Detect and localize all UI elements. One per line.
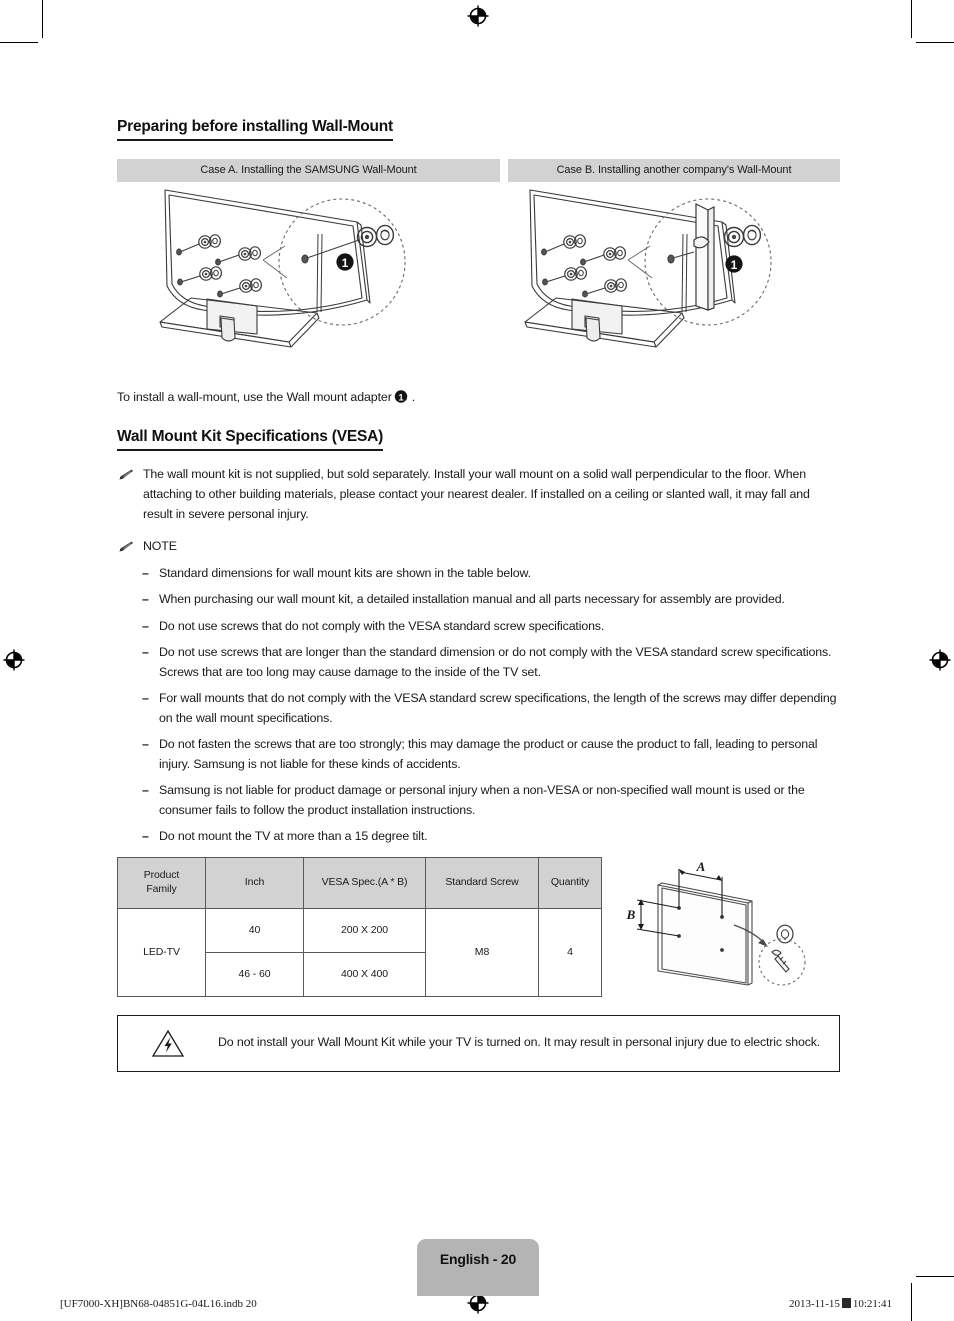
crop-mark-top-left-vertical: [42, 0, 43, 38]
header-line-1: Product: [143, 868, 180, 881]
svg-text:1: 1: [398, 393, 403, 403]
list-item: Samsung is not liable for product damage…: [142, 780, 840, 820]
footer-timestamp: 2013-11-15 10:21:41: [789, 1298, 892, 1310]
table-row: LED-TV 40 200 X 200 M8 4: [117, 907, 602, 997]
col-header-vesa-spec: VESA Spec.(A * B): [303, 856, 426, 909]
list-item: Do not use screws that are longer than t…: [142, 642, 840, 682]
case-header-row: Case A. Installing the SAMSUNG Wall-Moun…: [117, 159, 840, 182]
footer-date: 2013-11-15: [788, 1298, 840, 1310]
vesa-spec-table: Product Family Inch VESA Spec.(A * B) St…: [117, 856, 602, 997]
header-line-2: Family: [146, 882, 177, 895]
cell-inch-row2: 46 - 60: [205, 951, 304, 997]
cell-vesa-row2: 400 X 400: [303, 951, 426, 997]
vesa-dimension-figure: A B: [622, 857, 832, 996]
list-item: Do not mount the TV at more than a 15 de…: [142, 826, 840, 846]
vesa-intro-text: The wall mount kit is not supplied, but …: [143, 467, 810, 522]
vesa-intro-note: The wall mount kit is not supplied, but …: [117, 464, 840, 524]
cell-quantity: 4: [538, 907, 602, 997]
svg-text:1: 1: [731, 258, 738, 272]
spec-section: Product Family Inch VESA Spec.(A * B) St…: [117, 856, 840, 997]
case-a-header: Case A. Installing the SAMSUNG Wall-Moun…: [117, 159, 500, 182]
note-list: Standard dimensions for wall mount kits …: [117, 563, 840, 846]
crop-mark-top-right-vertical: [911, 0, 912, 38]
registration-mark-left: [3, 649, 25, 671]
pencil-note-icon-2: [117, 536, 143, 559]
list-item: Do not use screws that do not comply wit…: [142, 616, 840, 636]
svg-text:1: 1: [342, 256, 349, 270]
case-b-illustration: 1: [508, 182, 840, 382]
crop-mark-top-left-horizontal: [0, 42, 38, 43]
pencil-note-icon: [117, 464, 143, 524]
screw-group-b: [541, 234, 627, 298]
registration-mark-top: [467, 5, 489, 27]
footer-time: 10:21:41: [852, 1298, 892, 1310]
lead-text: To install a wall-mount, use the Wall mo…: [117, 390, 392, 404]
marker-one-case-a: 1: [336, 253, 354, 271]
wall-mount-adapter-instruction: To install a wall-mount, use the Wall mo…: [117, 390, 840, 404]
col-header-quantity: Quantity: [538, 856, 602, 909]
crop-mark-bottom-right-horizontal: [916, 1276, 954, 1277]
lead-text-tail: .: [411, 390, 416, 404]
footer-file-reference: [UF7000-XH]BN68-04851G-04L16.indb 20: [60, 1298, 257, 1310]
section-heading-preparing-wall-mount: Preparing before installing Wall-Mount: [117, 118, 840, 141]
cell-standard-screw: M8: [425, 907, 539, 997]
list-item: Do not fasten the screws that are too st…: [142, 734, 840, 774]
unsupported-glyph-box: [841, 1298, 851, 1308]
illustration-row: 1 1: [117, 182, 840, 382]
vesa-section-title: Wall Mount Kit Specifications (VESA): [117, 428, 383, 451]
registration-mark-right: [929, 649, 951, 671]
electric-shock-warning-box: Do not install your Wall Mount Kit while…: [117, 1014, 840, 1072]
cell-product-family: LED-TV: [117, 907, 206, 997]
cell-inch-row1: 40: [205, 907, 304, 953]
warning-triangle-icon: [118, 1028, 218, 1058]
list-item: Standard dimensions for wall mount kits …: [142, 563, 840, 583]
case-a-illustration: 1: [117, 182, 500, 382]
warning-text: Do not install your Wall Mount Kit while…: [218, 1035, 821, 1050]
col-header-inch: Inch: [205, 856, 304, 909]
screw-group-a: [176, 234, 263, 298]
cell-vesa-row1: 200 X 200: [303, 907, 426, 953]
crop-mark-top-right-horizontal: [916, 42, 954, 43]
section-heading-vesa: Wall Mount Kit Specifications (VESA): [117, 428, 840, 451]
marker-one-inline-icon: 1: [394, 390, 407, 403]
col-header-standard-screw: Standard Screw: [425, 856, 539, 909]
page-content: Preparing before installing Wall-Mount C…: [117, 118, 840, 1072]
crop-mark-bottom-right-vertical: [911, 1283, 912, 1321]
note-block: NOTE: [117, 536, 840, 559]
case-b-header: Case B. Installing another company's Wal…: [508, 159, 840, 182]
dimension-label-b: B: [626, 907, 636, 922]
dimension-label-a: A: [696, 859, 706, 874]
col-header-product-family: Product Family: [117, 856, 206, 909]
page-number-tab: English - 20: [417, 1239, 539, 1296]
list-item: When purchasing our wall mount kit, a de…: [142, 589, 840, 609]
note-title: NOTE: [143, 539, 177, 554]
table-header-row: Product Family Inch VESA Spec.(A * B) St…: [117, 856, 602, 909]
list-item: For wall mounts that do not comply with …: [142, 688, 840, 728]
page-title: Preparing before installing Wall-Mount: [117, 118, 393, 141]
marker-one-case-b: 1: [725, 255, 743, 273]
